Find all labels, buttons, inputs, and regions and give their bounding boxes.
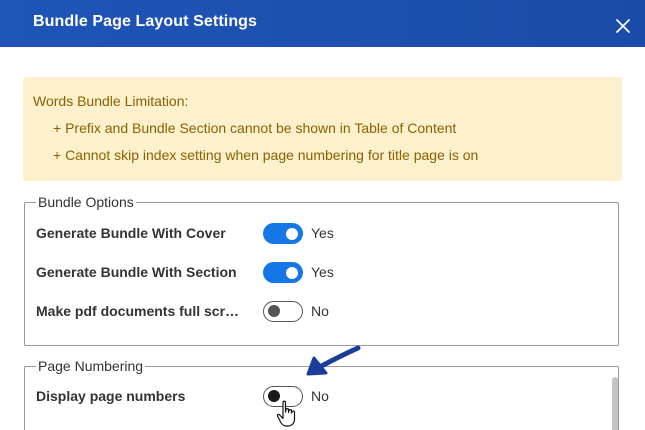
pdf-full-screen-toggle[interactable] bbox=[263, 301, 303, 322]
toggle-state: No bbox=[311, 303, 329, 319]
setting-label: Make pdf documents full screen bbox=[36, 303, 246, 319]
toggle-knob bbox=[268, 305, 280, 317]
generate-section-toggle[interactable] bbox=[263, 262, 303, 283]
warning-item: + Prefix and Bundle Section cannot be sh… bbox=[53, 120, 457, 136]
setting-label: Display page numbers bbox=[36, 388, 186, 404]
warning-item: + Cannot skip index setting when page nu… bbox=[53, 147, 479, 163]
toggle-knob bbox=[286, 266, 298, 279]
toggle-state: Yes bbox=[311, 225, 334, 241]
dialog-titlebar: Bundle Page Layout Settings bbox=[0, 0, 645, 47]
page-numbering-legend: Page Numbering bbox=[38, 358, 144, 374]
toggle-state: Yes bbox=[311, 264, 334, 280]
scrollbar-thumb[interactable] bbox=[612, 377, 618, 430]
bundle-options-legend: Bundle Options bbox=[38, 194, 134, 210]
hand-pointer-cursor-icon bbox=[276, 400, 296, 427]
annotation-arrow-icon bbox=[306, 345, 361, 376]
setting-label: Generate Bundle With Section bbox=[36, 264, 237, 280]
setting-label: Generate Bundle With Cover bbox=[36, 225, 226, 241]
dialog-title: Bundle Page Layout Settings bbox=[33, 13, 258, 30]
generate-cover-toggle[interactable] bbox=[263, 223, 303, 244]
limitation-warning: Words Bundle Limitation: + Prefix and Bu… bbox=[23, 77, 622, 181]
close-icon[interactable] bbox=[609, 12, 635, 38]
warning-heading: Words Bundle Limitation: bbox=[33, 93, 189, 109]
toggle-knob bbox=[286, 227, 298, 240]
toggle-state: No bbox=[311, 388, 329, 404]
